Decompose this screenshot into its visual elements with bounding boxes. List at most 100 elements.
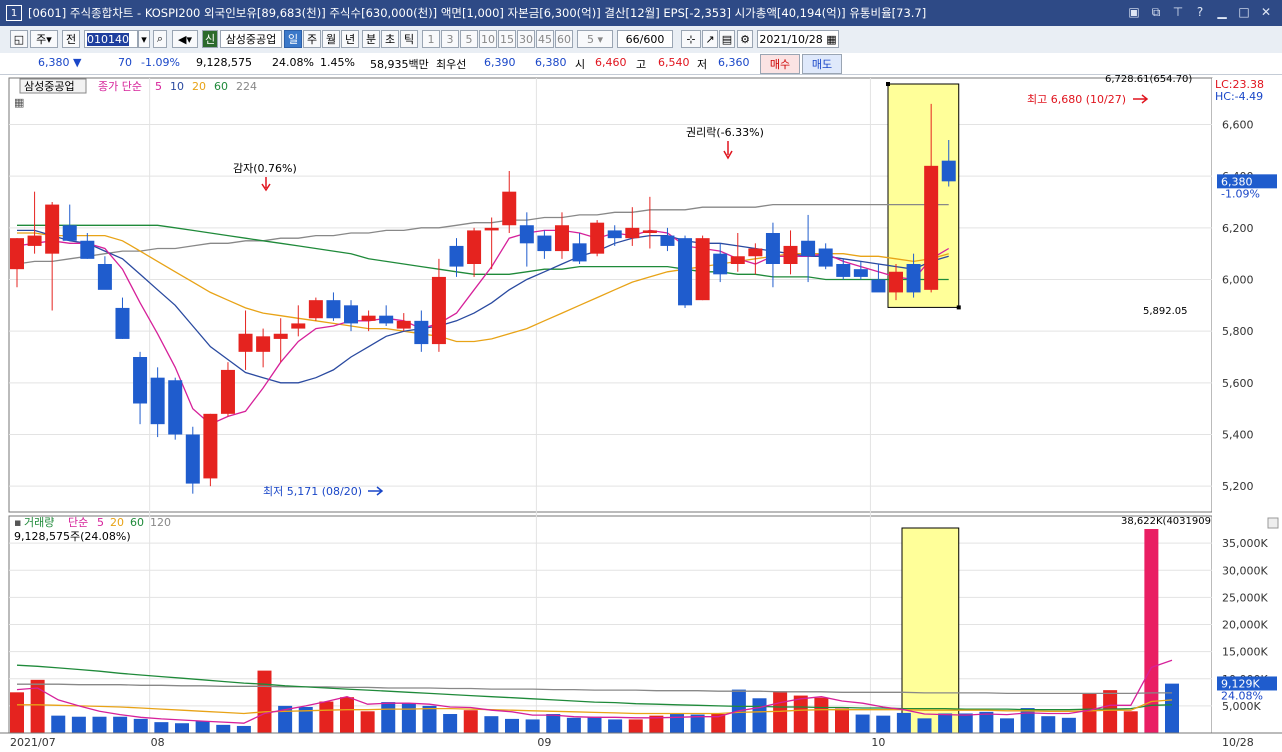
candle-body [853, 269, 868, 277]
volume-bar [113, 716, 128, 733]
legend-ma-60: 60 [214, 80, 228, 93]
candle-body [361, 315, 376, 321]
candle-body [203, 413, 218, 479]
volume-bar [1020, 708, 1035, 733]
volume-tick-label: 20,000K [1222, 619, 1268, 632]
candle-body [379, 315, 394, 324]
candle-body [889, 271, 903, 293]
x-tick-label: 08 [151, 736, 165, 749]
candle-body [572, 243, 587, 262]
volume-bar [1123, 711, 1138, 733]
volume-tick-label: 35,000K [1222, 537, 1268, 550]
volume-bar [566, 717, 581, 733]
candle-body [291, 323, 306, 329]
x-tick-label: 2021/07 [10, 736, 56, 749]
x-tick-label: 10 [871, 736, 885, 749]
volume-bar [133, 718, 148, 733]
candle-body [414, 320, 429, 345]
volume-bar [360, 711, 375, 733]
candle-body [871, 279, 886, 293]
price-tick-label: 6,000 [1222, 274, 1254, 287]
volume-bar [10, 692, 24, 733]
ex-rights-label: 권리락(-6.33%) [686, 126, 764, 139]
x-tick-label: 10/28 [1222, 736, 1254, 749]
candle-body [625, 227, 640, 239]
candle-body [326, 300, 341, 319]
candle-body [590, 222, 605, 254]
legend-volume-label: 단순 [68, 516, 88, 529]
candle-body [10, 238, 24, 270]
candle-body [765, 233, 780, 264]
price-tick-label: 6,600 [1222, 119, 1254, 132]
grid-toggle-icon: ▦ [14, 96, 24, 109]
highlight-volume-selection [901, 527, 960, 734]
candle-body [185, 434, 200, 484]
volume-bar [216, 724, 231, 733]
volume-bar [484, 716, 499, 733]
candle-body [45, 204, 60, 254]
candle-body [924, 165, 939, 290]
volume-bar [793, 695, 808, 733]
legend-volume-name: 거래량 [24, 516, 54, 529]
candle-body [168, 380, 183, 435]
volume-bar [443, 714, 458, 733]
volume-selection-label: 38,622K(4031909 [1121, 516, 1211, 527]
legend-ma-10: 10 [170, 80, 184, 93]
candle-body [748, 248, 763, 257]
candle-body [133, 357, 148, 404]
legend-ma-20: 20 [192, 80, 206, 93]
volume-bar [1103, 690, 1118, 733]
volume-bar [608, 719, 623, 733]
chart-grid [8, 77, 1282, 734]
volume-bar [319, 701, 334, 733]
candle-body [484, 227, 499, 231]
legend-ma-5: 5 [155, 80, 162, 93]
candle-body [449, 245, 464, 267]
candle-body [537, 235, 552, 252]
volume-bar [525, 719, 540, 733]
volume-bar [422, 705, 437, 733]
volume-tick-label: 30,000K [1222, 564, 1268, 577]
candle-body [97, 264, 112, 290]
candle-body [273, 333, 288, 339]
stock-chart[interactable]: 5,2005,4005,6005,8006,0006,2006,4006,600… [0, 0, 1282, 752]
candle-body [308, 300, 323, 319]
candle-body [220, 369, 235, 414]
volume-bar [154, 722, 169, 733]
volume-bar [51, 715, 66, 733]
capital-reduction-label: 감자(0.76%) [233, 162, 297, 175]
candle-body [150, 377, 165, 425]
candle-body [238, 333, 253, 352]
candle-body [344, 305, 359, 324]
candle-body [801, 240, 816, 257]
volume-bar [546, 714, 561, 733]
volume-panel-icon: ▪ [14, 516, 21, 529]
volume-bar [340, 697, 354, 733]
volume-panel-collapse-icon [1267, 517, 1279, 529]
volume-bar [752, 698, 767, 733]
price-tick-label: 5,600 [1222, 377, 1254, 390]
candle-body [941, 160, 956, 182]
candle-body [695, 238, 710, 301]
volume-bar [773, 691, 788, 733]
selection-top-label: 6,728.61(654.70) [1105, 74, 1192, 85]
low-note-label: 최저 5,171 (08/20) [263, 485, 362, 498]
volume-bar [1000, 718, 1014, 733]
volume-tag-pct: 24.08% [1221, 689, 1263, 702]
candle-body [836, 264, 851, 277]
volume-bar [401, 703, 416, 733]
candle-body [818, 248, 833, 267]
candle-body [27, 235, 42, 246]
volume-bar [938, 713, 953, 733]
volume-bar [896, 712, 911, 733]
volume-bar [835, 708, 849, 733]
volume-bar [628, 719, 643, 733]
volume-bar [587, 716, 602, 733]
legend-volume-current: 9,128,575주(24.08%) [14, 530, 131, 543]
volume-bar [175, 723, 189, 733]
selection-bottom-label: 5,892.05 [1143, 306, 1188, 317]
volume-bar [855, 714, 870, 733]
price-tick-label: 5,800 [1222, 325, 1254, 338]
price-tick-label: 5,200 [1222, 480, 1254, 493]
price-tag-pct: -1.09% [1221, 187, 1260, 200]
